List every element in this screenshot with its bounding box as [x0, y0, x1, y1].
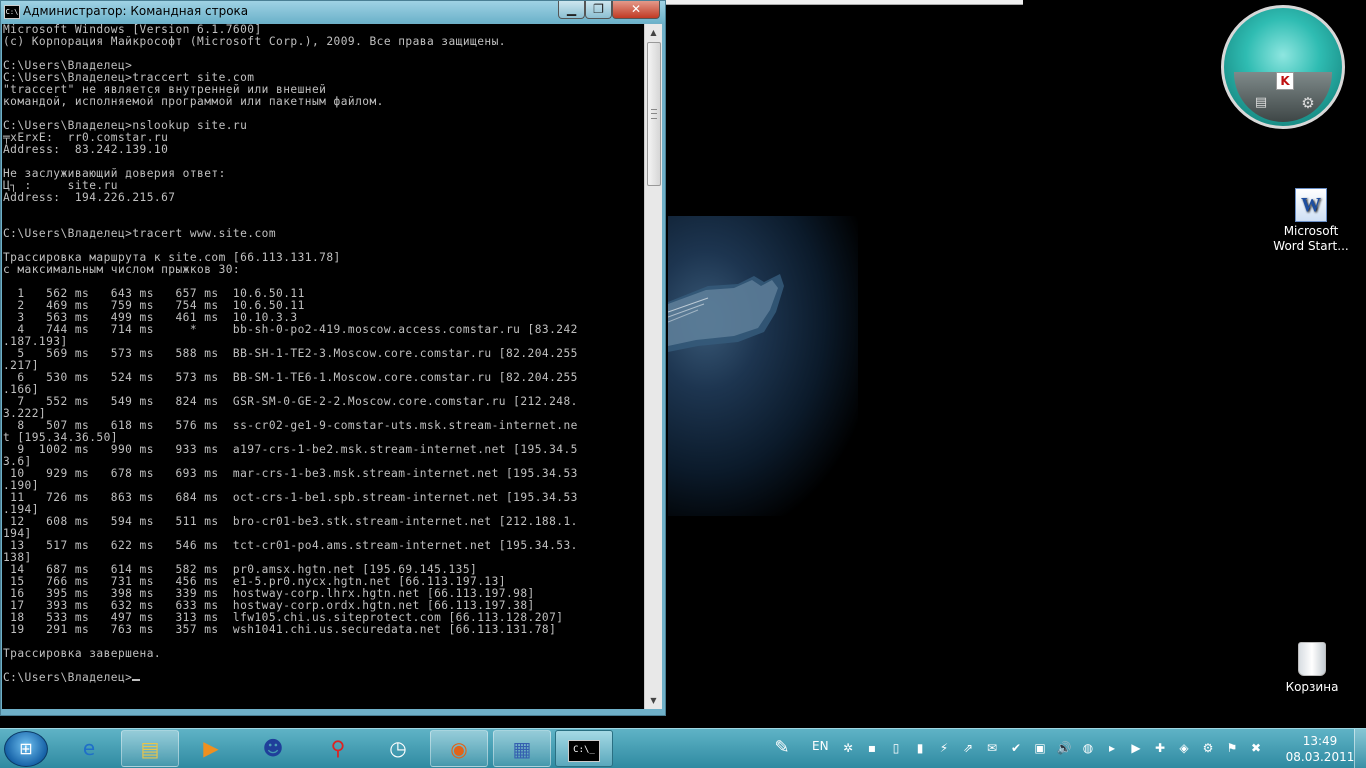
- taskbar: ⊞ e ▤ ▶ ☻ ⚲ ◷ ◉ ▦ C:\_ ✎ EN ✲ ▪ ▯ ▮ ⚡ ⇗ ✉ ✔ ▣ 🔊 ◍ ▸…: [0, 728, 1366, 768]
- console-line: Address: 194.226.215.67: [3, 191, 176, 204]
- maximize-button[interactable]: ❐: [585, 1, 612, 19]
- cat-silhouette: [668, 274, 784, 352]
- removable-disk-icon[interactable]: ▮: [912, 740, 928, 756]
- taskbar-internet-explorer-icon[interactable]: e: [60, 730, 118, 767]
- console-output[interactable]: Microsoft Windows [Version 6.1.7600] (c)…: [2, 24, 644, 709]
- notification-area: ✲ ▪ ▯ ▮ ⚡ ⇗ ✉ ✔ ▣ 🔊 ◍ ▸ ▶ ✚ ◈ ⚙ ⚑ ✖: [840, 740, 1276, 758]
- console-line: 13 517 ms 622 ms 546 ms tct-cr01-po4.ams…: [10, 539, 578, 552]
- console-line: 12 608 ms 594 ms 511 ms bro-cr01-be3.stk…: [10, 515, 578, 528]
- console-line: 4 744 ms 714 ms * bb-sh-0-po2-419.moscow…: [17, 323, 578, 336]
- console-line: (c) Корпорация Майкрософт (Microsoft Cor…: [3, 35, 506, 48]
- drive-icon[interactable]: ▪: [864, 740, 880, 756]
- pin-icon[interactable]: ⇗: [960, 740, 976, 756]
- command-prompt-icon[interactable]: C:\: [4, 5, 20, 19]
- usb-icon[interactable]: ▯: [888, 740, 904, 756]
- tablet-input-icon[interactable]: ✎: [766, 735, 798, 761]
- window-title: Администратор: Командная строка: [23, 4, 249, 18]
- signal-icon[interactable]: ⚡: [936, 740, 952, 756]
- media-icon[interactable]: ▶: [1128, 740, 1144, 756]
- taskbar-clock-icon[interactable]: ◷: [369, 730, 427, 767]
- console-line: с максимальным числом прыжков 30:: [3, 263, 241, 276]
- grip-icon: [651, 109, 657, 119]
- clock-date[interactable]: 08.03.2011: [1282, 750, 1358, 765]
- scroll-up-arrow-icon[interactable]: ▲: [645, 24, 662, 41]
- show-desktop-button[interactable]: [1354, 729, 1366, 768]
- volume-icon[interactable]: 🔊: [1056, 740, 1072, 756]
- taskbar-control-panel-icon[interactable]: ▦: [493, 730, 551, 767]
- console-line: 19 291 ms 763 ms 357 ms wsh1041.chi.us.s…: [10, 623, 557, 636]
- gear-icon[interactable]: ⚙: [1200, 740, 1216, 756]
- network-sync-icon[interactable]: ✲: [840, 740, 856, 756]
- desktop-icon-label-line2: Word Start...: [1273, 239, 1349, 253]
- title-bar[interactable]: C:\ Администратор: Командная строка ▁ ❐ …: [1, 1, 665, 23]
- taskbar-messenger-icon[interactable]: ☻: [244, 730, 302, 767]
- console-line: 10 929 ms 678 ms 693 ms mar-crs-1-be3.ms…: [10, 467, 578, 480]
- network-icon[interactable]: ◍: [1080, 740, 1096, 756]
- console-line: 5 569 ms 573 ms 588 ms BB-SH-1-TE2-3.Mos…: [17, 347, 578, 360]
- console-line: Трассировка завершена.: [3, 647, 162, 660]
- taskbar-firefox-icon[interactable]: ◉: [430, 730, 488, 767]
- language-indicator[interactable]: EN: [812, 739, 829, 753]
- console-prompt: C:\Users\Владелец>: [3, 671, 133, 684]
- text-cursor: [132, 679, 141, 681]
- kaspersky-gadget[interactable]: K ▤ ⚙: [1221, 5, 1345, 129]
- desktop-icon-word-starter[interactable]: W Microsoft Word Start...: [1271, 188, 1351, 254]
- close-button[interactable]: ✕: [612, 1, 660, 19]
- console-line: Address: 83.242.139.10: [3, 143, 169, 156]
- command-prompt-window[interactable]: C:\ Администратор: Командная строка ▁ ❐ …: [0, 0, 666, 716]
- scroll-thumb[interactable]: [647, 42, 661, 186]
- background-window-edge: [666, 0, 1023, 5]
- clock-time[interactable]: 13:49: [1296, 734, 1344, 749]
- taskbar-media-player-icon[interactable]: ▶: [182, 730, 240, 767]
- console-lines: Microsoft Windows [Version 6.1.7600] (c)…: [3, 24, 578, 660]
- desktop-icon-label: Корзина: [1285, 680, 1339, 694]
- vertical-scrollbar[interactable]: ▲ ▼: [644, 24, 662, 709]
- security-check-icon[interactable]: ✔: [1008, 740, 1024, 756]
- minimize-button[interactable]: ▁: [558, 1, 585, 19]
- settings-gear-icon[interactable]: ⚙: [1300, 95, 1316, 111]
- desktop-icon-recycle-bin[interactable]: Корзина: [1272, 642, 1352, 695]
- mail-icon[interactable]: ✉: [984, 740, 1000, 756]
- command-prompt-icon: C:\_: [568, 739, 600, 762]
- console-text: Microsoft Windows [Version 6.1.7600] (c)…: [2, 24, 644, 684]
- console-line: 6 530 ms 524 ms 573 ms BB-SM-1-TE6-1.Mos…: [17, 371, 578, 384]
- console-line: командой, исполняемой программой или пак…: [3, 95, 384, 108]
- console-line: 11 726 ms 863 ms 684 ms oct-crs-1-be1.sp…: [10, 491, 578, 504]
- desktop-icon-label-line1: Microsoft: [1283, 224, 1339, 238]
- console-line: 9 1002 ms 990 ms 933 ms a197-crs-1-be2.m…: [17, 443, 578, 456]
- recycle-bin-icon: [1298, 642, 1326, 676]
- word-icon: W: [1295, 188, 1327, 222]
- kaspersky-tray-icon[interactable]: ✖: [1248, 740, 1264, 756]
- console-line: C:\Users\Владелец>tracert www.site.com: [3, 227, 277, 240]
- console-line: 7 552 ms 549 ms 824 ms GSR-SM-0-GE-2-2.M…: [17, 395, 578, 408]
- scroll-down-arrow-icon[interactable]: ▼: [645, 692, 662, 709]
- update-icon[interactable]: ✚: [1152, 740, 1168, 756]
- report-icon[interactable]: ▤: [1254, 95, 1268, 111]
- taskbar-windows-explorer-icon[interactable]: ▤: [121, 730, 179, 767]
- start-button[interactable]: ⊞: [4, 731, 48, 767]
- arrow-icon[interactable]: ▸: [1104, 740, 1120, 756]
- kaspersky-logo-icon[interactable]: K: [1276, 72, 1294, 90]
- monitor-icon[interactable]: ◈: [1176, 740, 1192, 756]
- flag-icon[interactable]: ⚑: [1224, 740, 1240, 756]
- taskbar-command-prompt-button[interactable]: C:\_: [555, 730, 613, 767]
- taskbar-pushpin-icon[interactable]: ⚲: [309, 730, 367, 767]
- display-icon[interactable]: ▣: [1032, 740, 1048, 756]
